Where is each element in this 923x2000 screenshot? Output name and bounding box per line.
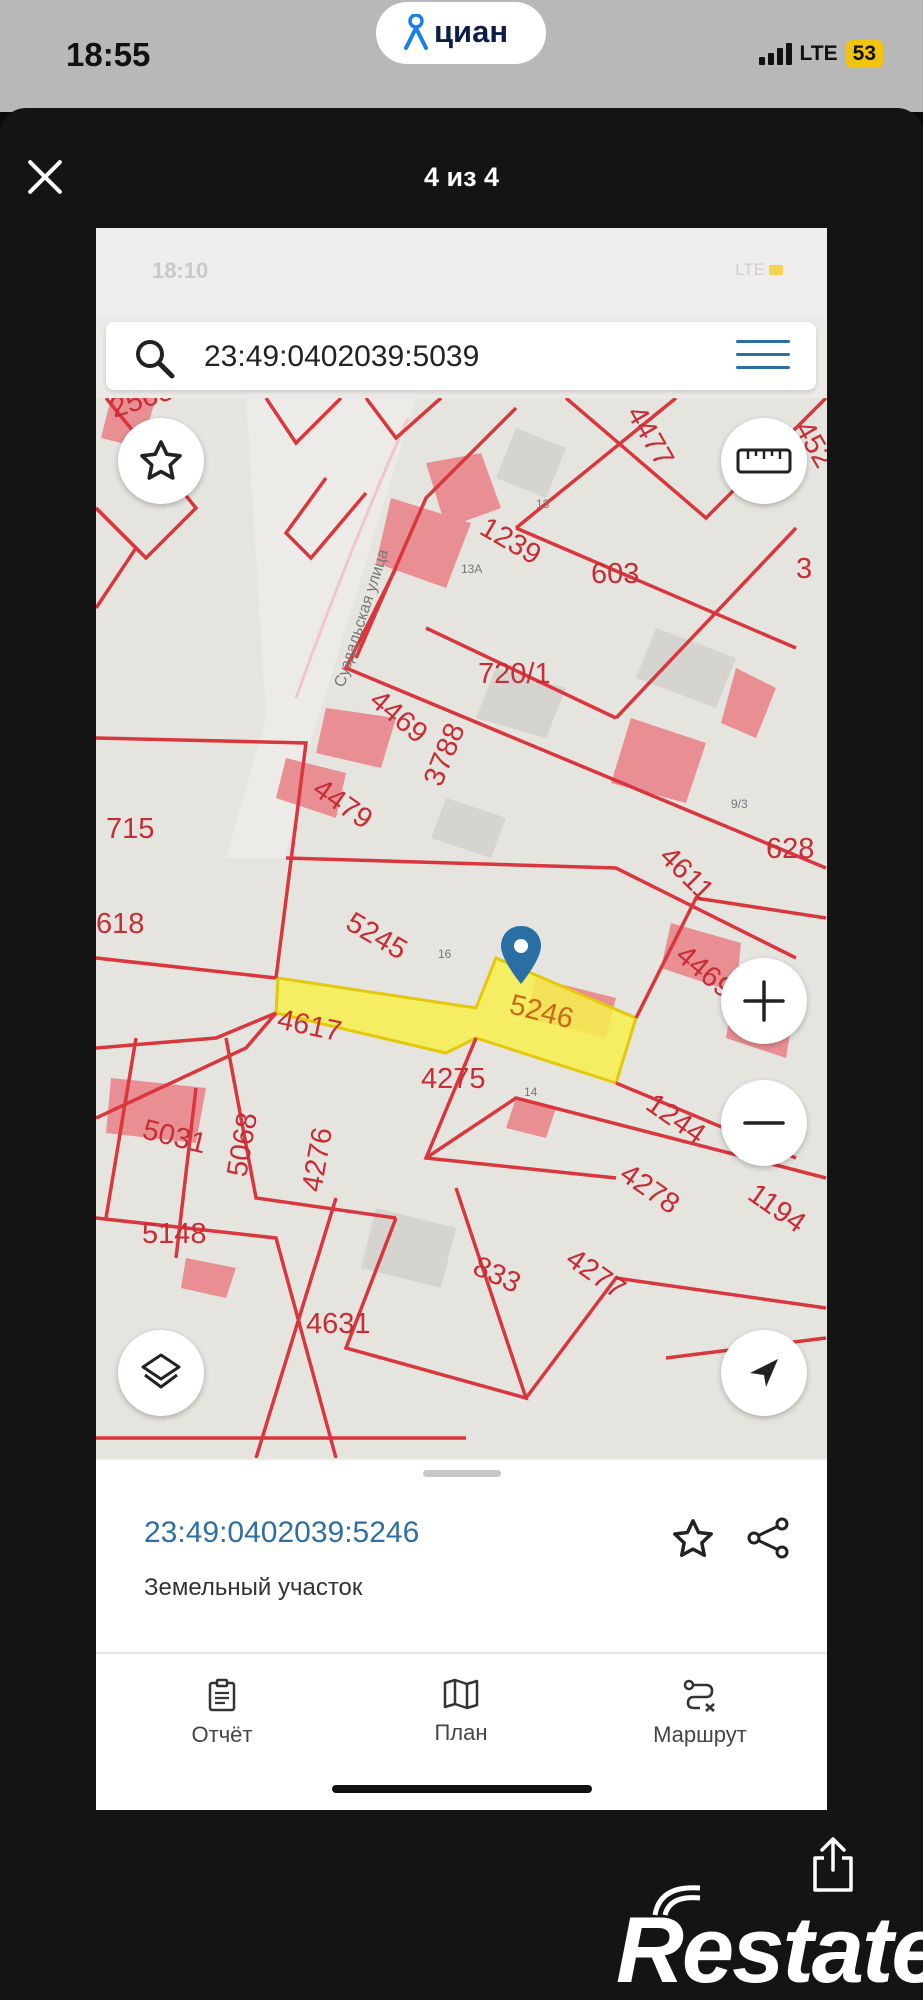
divider bbox=[96, 1652, 827, 1654]
plan-button[interactable]: План bbox=[371, 1678, 551, 1746]
report-button[interactable]: Отчёт bbox=[132, 1678, 312, 1748]
inner-battery-icon bbox=[769, 265, 783, 275]
status-time: 18:55 bbox=[66, 36, 151, 73]
route-button[interactable]: Маршрут bbox=[610, 1678, 790, 1748]
cadastral-map[interactable]: Суздальская улица 2565 4477 452 1239 603… bbox=[96, 398, 827, 1458]
inner-status-bar: 18:10 LTE bbox=[96, 228, 827, 318]
ruler-icon bbox=[736, 448, 792, 474]
parcel-label: 603 bbox=[591, 558, 639, 590]
home-indicator bbox=[332, 1785, 592, 1793]
report-icon bbox=[208, 1678, 236, 1712]
plus-icon bbox=[743, 980, 785, 1022]
my-location-button[interactable] bbox=[721, 1330, 807, 1416]
parcel-label: 715 bbox=[106, 813, 154, 845]
map-plan-icon bbox=[443, 1678, 479, 1710]
brand-name: циан bbox=[434, 14, 509, 49]
restate-watermark: Restate bbox=[616, 1897, 923, 2000]
image-counter: 4 из 4 bbox=[423, 162, 500, 192]
network-label: LTE bbox=[799, 42, 838, 65]
minus-icon bbox=[743, 1121, 785, 1125]
house-number: 9/3 bbox=[731, 797, 748, 811]
star-icon bbox=[140, 440, 182, 480]
parcel-label: 618 bbox=[96, 908, 144, 940]
inner-network: LTE bbox=[735, 260, 783, 280]
ruler-button[interactable] bbox=[721, 418, 807, 504]
sheet-grabber[interactable] bbox=[423, 1470, 501, 1477]
embedded-screenshot: 18:10 LTE 23:49:0402039:5039 Суздальская… bbox=[96, 228, 827, 1810]
route-label: Маршрут bbox=[653, 1722, 747, 1747]
export-share-icon[interactable] bbox=[810, 1836, 856, 1894]
report-label: Отчёт bbox=[191, 1722, 253, 1747]
star-icon[interactable] bbox=[670, 1516, 716, 1562]
parcel-label: 628 bbox=[766, 833, 814, 865]
navigation-arrow-icon bbox=[750, 1359, 778, 1387]
parcel-cadastral-number[interactable]: 23:49:0402039:5246 bbox=[144, 1516, 419, 1550]
house-number: 14 bbox=[524, 1085, 538, 1099]
layers-button[interactable] bbox=[118, 1330, 204, 1416]
parcel-type: Земельный участок bbox=[144, 1574, 363, 1601]
favorite-star-button[interactable] bbox=[118, 418, 204, 504]
plan-label: План bbox=[434, 1720, 488, 1745]
brand-pill: циан bbox=[376, 2, 546, 64]
parcel-label: 4275 bbox=[421, 1063, 486, 1095]
battery-icon: 53 bbox=[845, 40, 883, 68]
search-input[interactable]: 23:49:0402039:5039 bbox=[204, 340, 479, 374]
zoom-in-button[interactable] bbox=[721, 958, 807, 1044]
status-indicators: LTE 53 bbox=[758, 40, 883, 68]
house-number: 13 bbox=[536, 497, 550, 511]
house-number: 13A bbox=[461, 562, 482, 576]
parcel-label: 720/1 bbox=[478, 658, 551, 690]
search-icon[interactable] bbox=[132, 336, 176, 380]
inner-status-time: 18:10 bbox=[152, 258, 209, 283]
share-icon[interactable] bbox=[744, 1514, 792, 1562]
parcel-info-sheet: 23:49:0402039:5246 Земельный участок Отч… bbox=[96, 1460, 827, 1810]
parcel-label: 3 bbox=[796, 553, 812, 585]
hamburger-menu-icon[interactable] bbox=[736, 340, 790, 374]
parcel-label: 5148 bbox=[142, 1218, 207, 1250]
zoom-out-button[interactable] bbox=[721, 1080, 807, 1166]
house-number: 16 bbox=[438, 947, 452, 961]
outer-status-bar: 18:55 циан LTE 53 bbox=[0, 0, 923, 112]
route-icon bbox=[683, 1679, 715, 1712]
parcel-label: 4631 bbox=[306, 1308, 371, 1340]
search-bar[interactable]: 23:49:0402039:5039 bbox=[106, 322, 816, 390]
layers-icon bbox=[141, 1353, 181, 1389]
signal-icon bbox=[758, 43, 792, 65]
brand-logo-icon bbox=[404, 14, 428, 50]
